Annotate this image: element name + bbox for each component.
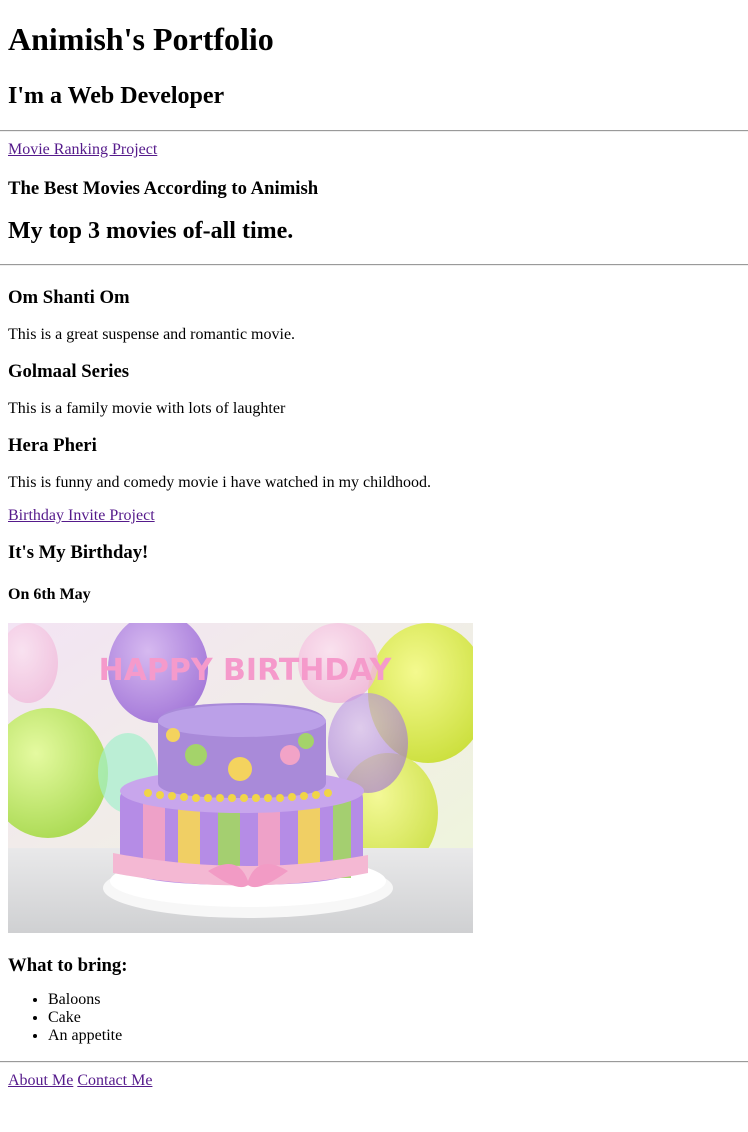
- movie-description: This is funny and comedy movie i have wa…: [8, 474, 432, 491]
- cake-candles-text: HAPPY BIRTHDAY: [99, 653, 393, 688]
- footer: About Me Contact Me: [8, 1072, 740, 1090]
- page: Animish's Portfolio I'm a Web Developer …: [0, 21, 748, 1090]
- movies-subheading: My top 3 movies of-all time.: [8, 218, 294, 244]
- birthday-date: On 6th May: [8, 586, 91, 603]
- movie-description: This is a family movie with lots of laug…: [8, 400, 286, 417]
- divider: [0, 1061, 748, 1063]
- list-item: An appetite: [48, 1027, 740, 1045]
- page-title: Animish's Portfolio: [8, 21, 274, 57]
- birthday-heading: It's My Birthday!: [8, 542, 149, 563]
- bring-list: Baloons Cake An appetite: [8, 991, 740, 1045]
- movie-title: Om Shanti Om: [8, 287, 130, 308]
- divider: [0, 130, 748, 132]
- divider: [0, 264, 748, 266]
- movies-heading: The Best Movies According to Animish: [8, 178, 319, 199]
- birthday-invite-project-link[interactable]: Birthday Invite Project: [8, 507, 740, 525]
- contact-me-link[interactable]: Contact Me: [77, 1072, 152, 1089]
- about-me-link[interactable]: About Me: [8, 1072, 73, 1089]
- birthday-cake-image: HAPPY BIRTHDAY: [8, 623, 473, 933]
- movie-title: Hera Pheri: [8, 435, 97, 456]
- movie-ranking-project-link[interactable]: Movie Ranking Project: [8, 141, 740, 159]
- list-item: Baloons: [48, 991, 740, 1009]
- page-subtitle: I'm a Web Developer: [8, 83, 225, 109]
- movie-description: This is a great suspense and romantic mo…: [8, 326, 296, 343]
- movie-title: Golmaal Series: [8, 361, 130, 382]
- what-to-bring-heading: What to bring:: [8, 955, 128, 976]
- list-item: Cake: [48, 1009, 740, 1027]
